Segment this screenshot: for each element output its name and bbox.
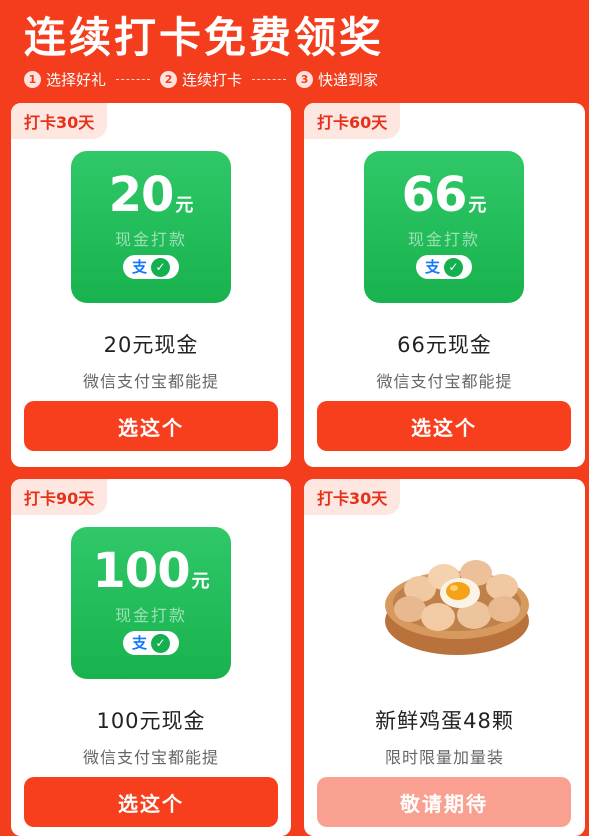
- reward-name: 新鲜鸡蛋48颗: [375, 709, 514, 733]
- wechat-pay-icon: ✓: [151, 257, 170, 277]
- wechat-pay-icon: ✓: [151, 633, 170, 653]
- reward-card-66-cash[interactable]: 打卡60天 66 元 现金打款 支 ✓ 66元现金 微信支付宝都能提 选这个: [304, 103, 585, 467]
- cash-reward-image: 20 元 现金打款 支 ✓: [71, 151, 231, 303]
- cash-amount-unit: 元: [468, 195, 487, 216]
- step-indicator: 1 选择好礼 2 连续打卡 3 快递到家: [24, 69, 378, 90]
- cash-amount-unit: 元: [175, 195, 194, 216]
- select-reward-button[interactable]: 选这个: [317, 401, 571, 451]
- select-reward-button[interactable]: 选这个: [24, 401, 278, 451]
- reward-name: 20元现金: [103, 333, 199, 357]
- wechat-pay-icon: ✓: [444, 257, 463, 277]
- eggs-basket-image: [385, 560, 529, 655]
- checkin-days-badge: 打卡30天: [304, 479, 401, 515]
- cash-amount-value: 100: [92, 543, 190, 599]
- reward-description: 微信支付宝都能提: [376, 372, 513, 391]
- cash-amount: 100 元: [71, 545, 231, 608]
- reward-description: 微信支付宝都能提: [82, 748, 219, 767]
- cash-amount-value: 66: [401, 167, 468, 223]
- step-number: 1: [24, 71, 41, 88]
- alipay-icon: 支: [424, 257, 440, 276]
- cash-amount-value: 20: [108, 167, 175, 223]
- payment-methods-pill: 支 ✓: [123, 631, 179, 655]
- step-2: 2 连续打卡: [160, 69, 242, 90]
- cash-transfer-label: 现金打款: [114, 230, 187, 249]
- payment-methods-pill: 支 ✓: [416, 255, 472, 279]
- step-label: 选择好礼: [46, 71, 107, 89]
- header: 连续打卡免费领奖 1 选择好礼 2 连续打卡 3 快递到家: [0, 0, 589, 100]
- reward-card-100-cash[interactable]: 打卡90天 100 元 现金打款 支 ✓ 100元现金 微信支付宝都能提 选这个: [11, 479, 291, 836]
- cash-amount: 20 元: [71, 169, 231, 232]
- coming-soon-button[interactable]: 敬请期待: [317, 777, 571, 827]
- cash-reward-image: 66 元 现金打款 支 ✓: [364, 151, 524, 303]
- reward-card-eggs[interactable]: 打卡30天 新鲜鸡蛋48颗 限时限量加量装 敬请期待: [304, 479, 585, 836]
- step-number: 3: [296, 71, 314, 88]
- checkin-days-badge: 打卡60天: [304, 103, 401, 139]
- reward-card-20-cash[interactable]: 打卡30天 20 元 现金打款 支 ✓ 20元现金 微信支付宝都能提 选这个: [11, 103, 291, 467]
- reward-name: 66元现金: [397, 333, 492, 357]
- reward-description: 微信支付宝都能提: [82, 372, 219, 391]
- alipay-icon: 支: [131, 633, 147, 652]
- payment-methods-pill: 支 ✓: [123, 255, 179, 279]
- step-3: 3 快递到家: [296, 69, 378, 90]
- reward-description: 限时限量加量装: [384, 748, 504, 767]
- checkin-days-badge: 打卡90天: [11, 479, 108, 515]
- step-divider: [116, 79, 151, 80]
- cash-transfer-label: 现金打款: [114, 606, 187, 625]
- cash-transfer-label: 现金打款: [407, 230, 480, 249]
- step-label: 快递到家: [318, 71, 379, 89]
- step-number: 2: [160, 71, 178, 88]
- cash-amount-unit: 元: [191, 571, 210, 592]
- checkin-days-badge: 打卡30天: [11, 103, 108, 139]
- step-divider: [252, 79, 287, 80]
- reward-name: 100元现金: [96, 709, 206, 733]
- step-1: 1 选择好礼: [24, 69, 106, 90]
- step-label: 连续打卡: [182, 71, 243, 89]
- select-reward-button[interactable]: 选这个: [24, 777, 278, 827]
- page-title: 连续打卡免费领奖: [24, 13, 385, 62]
- cash-reward-image: 100 元 现金打款 支 ✓: [71, 527, 231, 679]
- alipay-icon: 支: [131, 257, 147, 276]
- cash-amount: 66 元: [364, 169, 524, 232]
